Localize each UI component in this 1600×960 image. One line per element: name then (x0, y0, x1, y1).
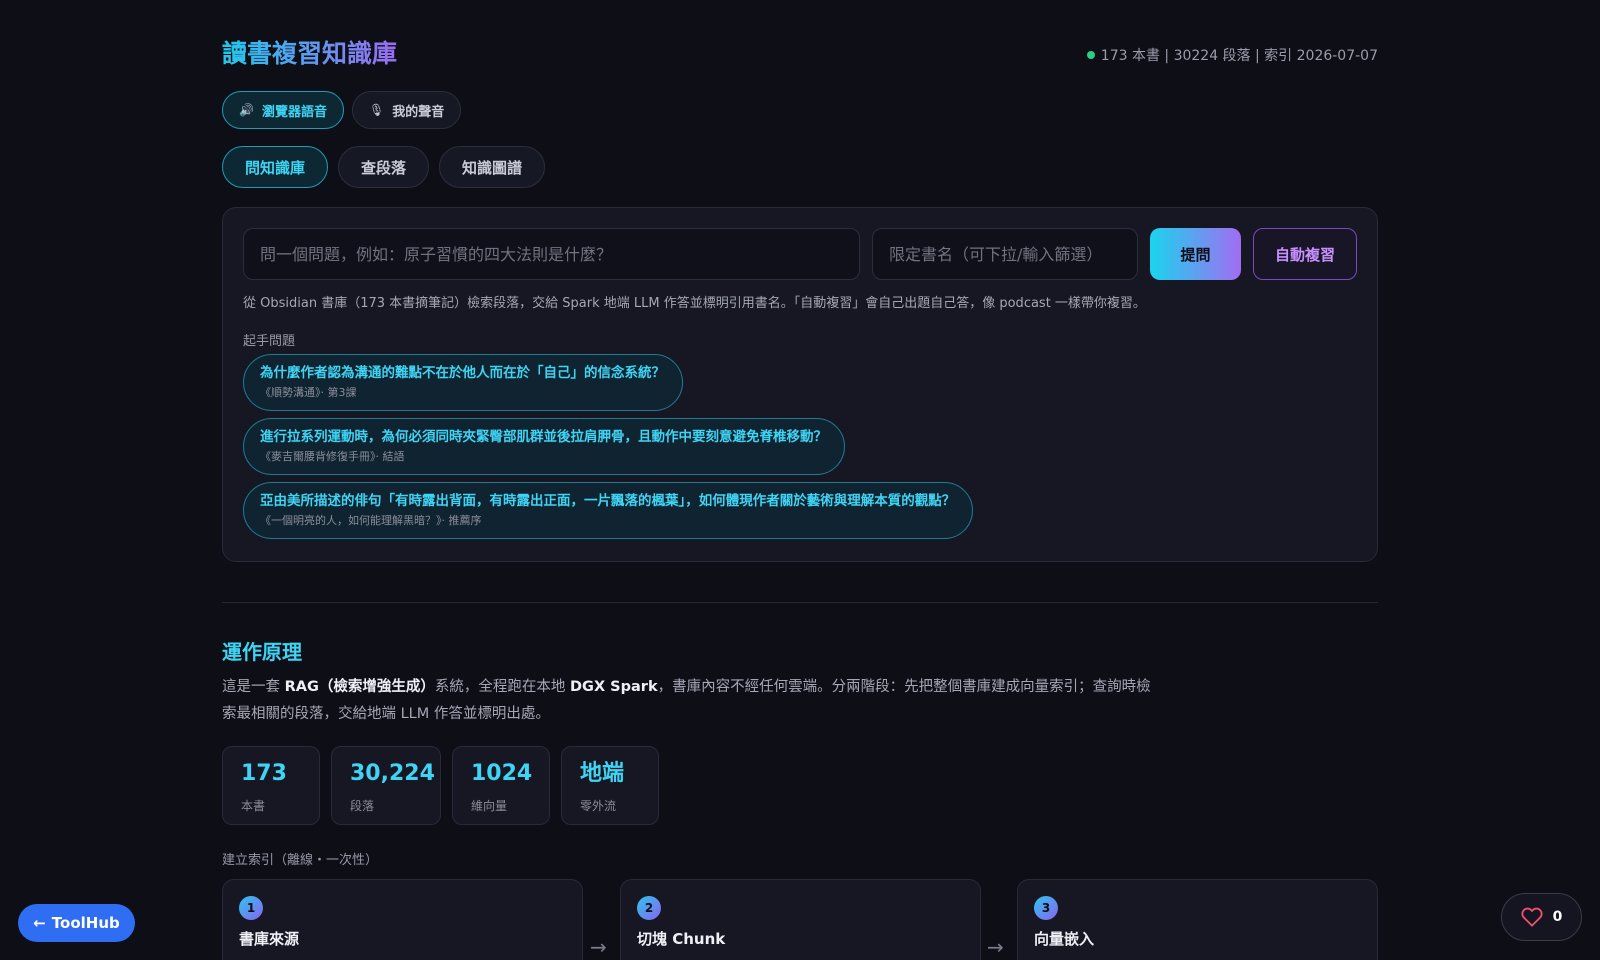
step-number: 2 (637, 896, 661, 920)
arrow-right-icon: → (590, 935, 607, 959)
step-card: 2 切塊 Chunk (620, 879, 981, 960)
starter-question-text: 為什麼作者認為溝通的難點不在於他人而在於「自己」的信念系統？ (260, 365, 665, 381)
browser-voice-button[interactable]: 🔊 瀏覽器語音 (222, 91, 344, 129)
step-card: 1 書庫來源 (222, 879, 583, 960)
stat-card: 173 本書 (222, 746, 320, 825)
step-title: 向量嵌入 (1034, 930, 1095, 948)
starter-label: 起手問題 (243, 334, 296, 349)
like-button[interactable]: 0 (1501, 893, 1582, 941)
stat-label: 維向量 (471, 799, 508, 813)
stat-label: 段落 (350, 799, 375, 813)
status-dot-icon (1086, 51, 1095, 59)
arrow-left-icon: ← (33, 914, 46, 932)
explain-text: 系統，全程跑在本地 (434, 679, 571, 695)
step-card: 3 向量嵌入 (1017, 879, 1378, 960)
stat-card: 30,224 段落 (331, 746, 441, 825)
how-it-works-title: 運作原理 (222, 640, 302, 664)
browser-voice-label: 瀏覽器語音 (261, 104, 327, 120)
starter-question-text: 進行拉系列運動時，為何必須同時夾緊臀部肌群並後拉肩胛骨，且動作中要刻意避免脊椎移… (260, 429, 827, 445)
book-filter-input[interactable] (872, 228, 1138, 280)
stat-card: 1024 維向量 (452, 746, 550, 825)
explain-bold-spark: DGX Spark (570, 679, 658, 695)
arrow-right-icon: → (987, 935, 1004, 959)
stat-value: 1024 (471, 761, 533, 786)
stat-value: 173 (241, 761, 287, 786)
step-number: 1 (239, 896, 263, 920)
toolhub-label: ToolHub (51, 914, 120, 932)
ask-panel: 提問 自動複習 從 Obsidian 書庫（173 本書摘筆記）檢索段落，交給 … (222, 207, 1378, 562)
step-title: 切塊 Chunk (637, 930, 726, 948)
main-tabs: 問知識庫 查段落 知識圖譜 (222, 146, 546, 188)
starter-questions: 為什麼作者認為溝通的難點不在於他人而在於「自己」的信念系統？ 《順勢溝通》· 第… (243, 354, 974, 539)
explain-bold-rag: RAG（檢索增強生成） (284, 679, 435, 695)
speaker-icon: 🔊 (239, 103, 254, 117)
explain-text: 這是一套 (222, 679, 285, 695)
starter-question[interactable]: 亞由美所描述的俳句「有時露出背面，有時露出正面，一片飄落的楓葉」，如何體現作者關… (243, 482, 974, 539)
my-voice-button[interactable]: 🎙 我的聲音 (351, 91, 462, 129)
tab-ask[interactable]: 問知識庫 (222, 146, 329, 188)
starter-question[interactable]: 進行拉系列運動時，為何必須同時夾緊臀部肌群並後拉肩胛骨，且動作中要刻意避免脊椎移… (243, 418, 845, 475)
starter-question[interactable]: 為什麼作者認為溝通的難點不在於他人而在於「自己」的信念系統？ 《順勢溝通》· 第… (243, 354, 683, 411)
step-title: 書庫來源 (239, 930, 300, 948)
auto-review-button[interactable]: 自動複習 (1253, 228, 1357, 280)
status-text: 173 本書 | 30224 段落 | 索引 2026-07-07 (1100, 48, 1378, 64)
index-stage-label: 建立索引（離線・一次性） (222, 853, 379, 868)
stat-label: 零外流 (580, 799, 617, 813)
stat-value: 30,224 (350, 761, 435, 786)
voice-toggle: 🔊 瀏覽器語音 🎙 我的聲音 (222, 91, 462, 129)
tab-knowledge-graph[interactable]: 知識圖譜 (439, 146, 546, 188)
stat-label: 本書 (241, 799, 266, 813)
like-count: 0 (1552, 909, 1563, 925)
heart-icon (1521, 907, 1543, 927)
section-divider (222, 602, 1378, 603)
starter-question-text: 亞由美所描述的俳句「有時露出背面，有時露出正面，一片飄落的楓葉」，如何體現作者關… (260, 493, 956, 509)
index-steps: 1 書庫來源 → 2 切塊 Chunk → 3 向量嵌入 (222, 879, 1378, 960)
page-title: 讀書複習知識庫 (222, 34, 397, 70)
stat-value: 地端 (580, 761, 625, 786)
my-voice-label: 我的聲音 (392, 104, 445, 120)
stat-card: 地端 零外流 (561, 746, 659, 825)
header: 讀書複習知識庫 173 本書 | 30224 段落 | 索引 2026-07-0… (222, 32, 1378, 72)
tab-search-passages[interactable]: 查段落 (338, 146, 430, 188)
question-input[interactable] (243, 228, 860, 280)
starter-question-source: 《麥吉爾腰背修復手冊》· 結語 (260, 450, 405, 463)
how-it-works-text: 這是一套 RAG（檢索增強生成）系統，全程跑在本地 DGX Spark，書庫內容… (222, 674, 1162, 728)
step-number: 3 (1034, 896, 1058, 920)
toolhub-back-button[interactable]: ← ToolHub (18, 904, 135, 942)
starter-question-source: 《順勢溝通》· 第3課 (260, 386, 357, 399)
ask-description: 從 Obsidian 書庫（173 本書摘筆記）檢索段落，交給 Spark 地端… (243, 296, 1146, 311)
index-status: 173 本書 | 30224 段落 | 索引 2026-07-07 (1086, 45, 1378, 65)
starter-question-source: 《一個明亮的人，如何能理解黑暗？》· 推薦序 (260, 514, 482, 527)
microphone-icon: 🎙 (368, 103, 385, 117)
ask-button[interactable]: 提問 (1150, 228, 1241, 280)
stats-row: 173 本書 30,224 段落 1024 維向量 地端 零外流 (222, 746, 659, 825)
